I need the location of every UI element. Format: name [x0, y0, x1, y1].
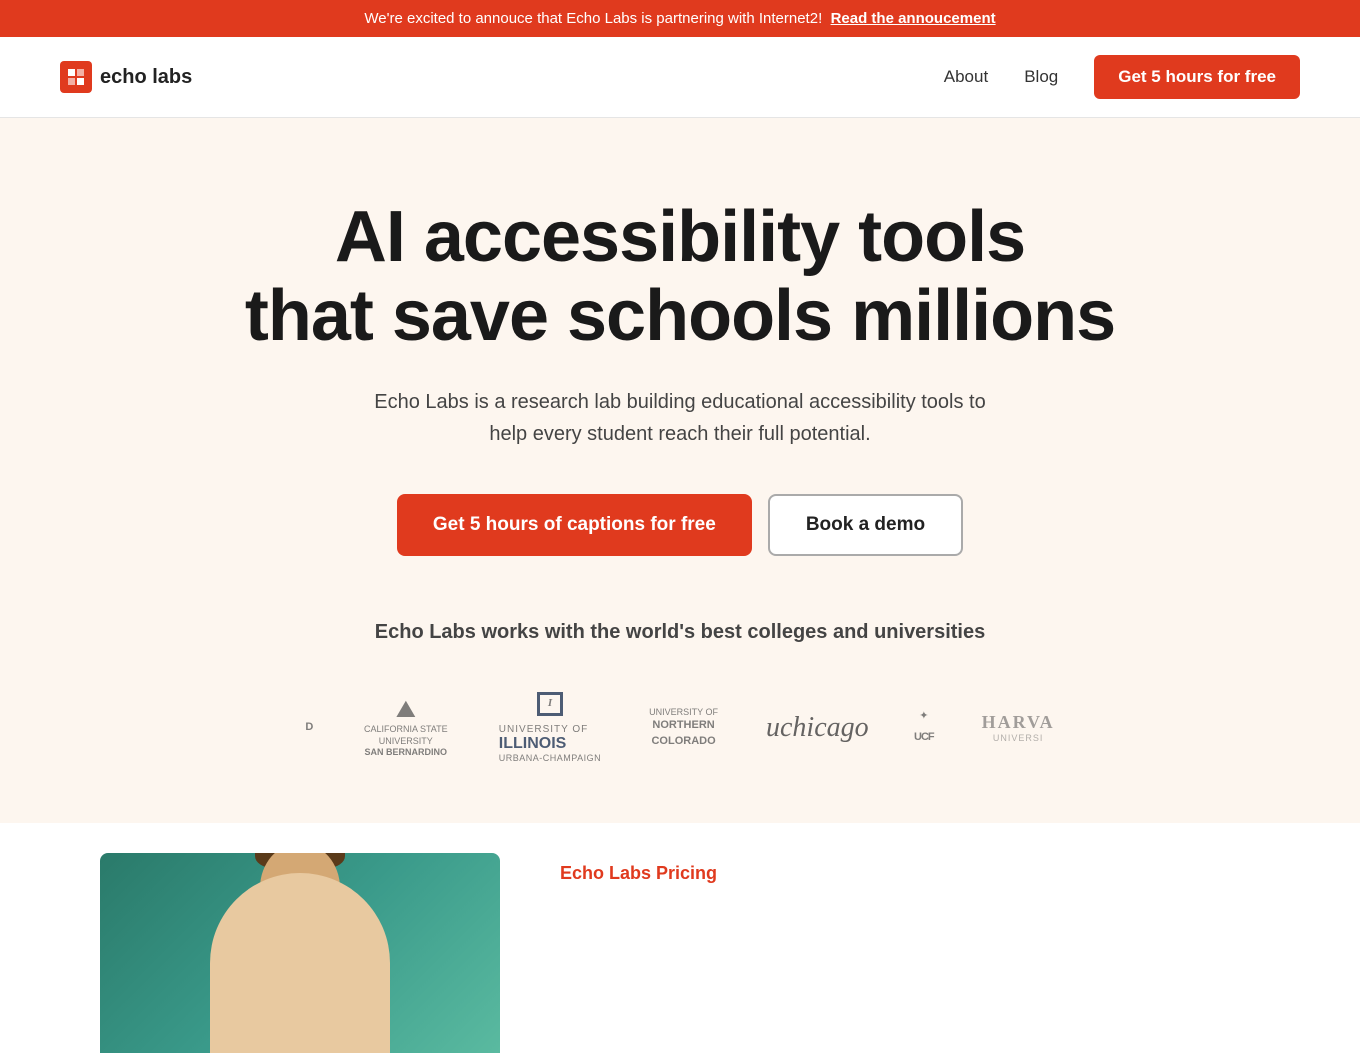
announcement-link[interactable]: Read the annoucement — [831, 10, 996, 27]
pricing-link[interactable]: Echo Labs Pricing — [560, 863, 717, 883]
university-logo-ucf: ✦ UCF — [914, 710, 934, 744]
hero-section: AI accessibility tools that save schools… — [0, 118, 1360, 823]
about-link[interactable]: About — [944, 67, 988, 87]
university-logo-partial: D — [305, 721, 312, 734]
book-demo-button[interactable]: Book a demo — [768, 494, 963, 556]
logo-text: echo labs — [100, 66, 192, 89]
logo-link[interactable]: echo labs — [60, 61, 192, 93]
university-logo-uchicago: uchicago — [766, 711, 866, 745]
lower-section: Echo Labs Pricing — [0, 823, 1360, 1053]
hero-subtext: Echo Labs is a research lab building edu… — [370, 386, 990, 450]
partners-label: Echo Labs works with the world's best co… — [370, 616, 990, 648]
logo-icon — [60, 61, 92, 93]
university-logo-harvard: HARVA UNIVERSI — [982, 712, 1055, 743]
lower-content: Echo Labs Pricing — [500, 823, 1360, 1053]
nav-cta-button[interactable]: Get 5 hours for free — [1094, 55, 1300, 99]
hero-buttons: Get 5 hours of captions for free Book a … — [20, 494, 1340, 556]
echo-labs-logo-graphic — [66, 67, 86, 87]
announcement-text: We're excited to annouce that Echo Labs … — [364, 10, 822, 27]
university-logos-strip: D ⛰ CALIFORNIA STATE UNIVERSITYSAN BERNA… — [20, 692, 1340, 762]
announcement-banner: We're excited to annouce that Echo Labs … — [0, 0, 1360, 37]
navbar: echo labs About Blog Get 5 hours for fre… — [0, 37, 1360, 118]
get-captions-button[interactable]: Get 5 hours of captions for free — [397, 494, 752, 556]
university-logo-illinois: I UNIVERSITY OF ILLINOIS URBANA-CHAMPAIG… — [499, 692, 601, 762]
university-logo-csu-sb: ⛰ CALIFORNIA STATE UNIVERSITYSAN BERNARD… — [361, 696, 451, 759]
hero-headline: AI accessibility tools that save schools… — [230, 198, 1130, 356]
person-silhouette — [210, 873, 390, 1053]
csu-icon: ⛰ — [361, 696, 451, 724]
blog-link[interactable]: Blog — [1024, 67, 1058, 87]
person-image — [100, 853, 500, 1053]
nav-links: About Blog Get 5 hours for free — [944, 55, 1300, 99]
university-logo-unc: UNIVERSITY OFNORTHERNCOLORADO — [649, 706, 718, 749]
